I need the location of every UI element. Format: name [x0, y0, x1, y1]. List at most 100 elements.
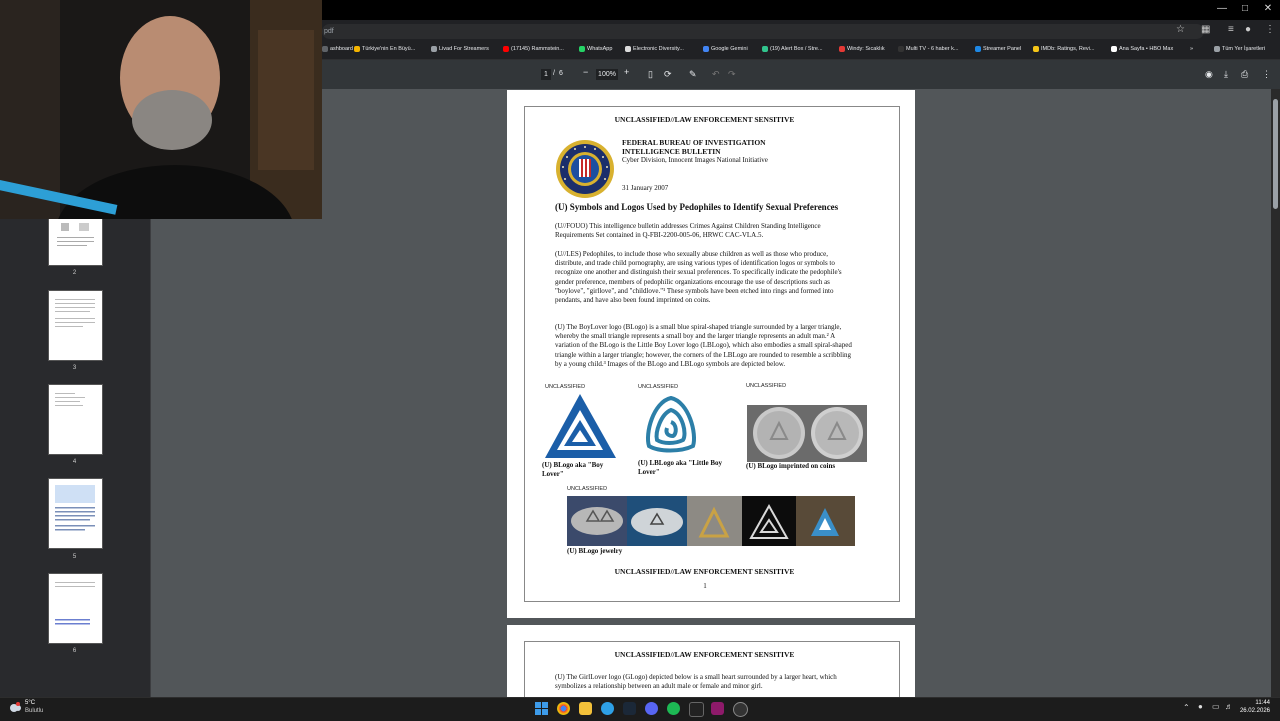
bookmark-favicon-icon [625, 46, 631, 52]
chrome-icon[interactable] [557, 702, 570, 715]
annotate-icon[interactable]: ✎ [689, 69, 697, 80]
minimize-icon[interactable]: — [1212, 3, 1232, 14]
zoom-level[interactable]: 100% [596, 69, 618, 80]
page-separator: / [553, 70, 555, 77]
extensions-icon[interactable]: ▦ [1201, 24, 1210, 35]
bookmark-item[interactable]: ashboard [322, 46, 353, 52]
more-options-icon[interactable]: ⋮ [1262, 69, 1271, 80]
bookmark-label: WhatsApp [587, 46, 613, 52]
tray-chevron-icon[interactable]: ⌃ [1183, 703, 1190, 712]
bookmark-favicon-icon [703, 46, 709, 52]
image-classification-label: UNCLASSIFIED [545, 384, 586, 390]
classification-header: UNCLASSIFIED//LAW ENFORCEMENT SENSITIVE [614, 650, 795, 659]
steam-icon[interactable] [623, 702, 636, 715]
clock-time[interactable]: 11:44 [1236, 700, 1270, 706]
clock-date[interactable]: 26.02.2026 [1236, 708, 1270, 714]
page-number-input[interactable]: 1 [541, 69, 551, 80]
file-explorer-icon[interactable] [579, 702, 592, 715]
bookmark-item[interactable]: Electronic Diversity... [625, 46, 684, 52]
start-icon[interactable] [535, 702, 548, 715]
all-bookmarks-button[interactable]: Tüm Yer İşaretleri [1214, 46, 1265, 52]
bookmark-item[interactable]: Livad For Streamers [431, 46, 489, 52]
division-name: Cyber Division, Innocent Images National… [622, 156, 768, 164]
page-number: 1 [703, 582, 707, 590]
thumbnail-page-4[interactable] [48, 384, 103, 455]
media-icon[interactable]: ≡ [1228, 24, 1234, 35]
print-icon[interactable]: ⎙ [1241, 69, 1248, 80]
taskbar [0, 697, 1280, 721]
discord-icon[interactable] [645, 702, 658, 715]
bookmark-item[interactable]: IMDb: Ratings, Revi... [1033, 46, 1095, 52]
bookmark-label: Google Gemini [711, 46, 748, 52]
folder-icon [1214, 46, 1220, 52]
thumbnail-number: 4 [72, 459, 77, 465]
paragraph: (U//FOUO) This intelligence bulletin add… [555, 222, 821, 240]
webcam-overlay [0, 0, 322, 219]
redo-icon[interactable]: ↷ [728, 69, 736, 80]
bookmark-item[interactable]: Multi TV - 6 haber k... [898, 46, 958, 52]
spotify-icon[interactable] [667, 702, 680, 715]
bookmark-label: Electronic Diversity... [633, 46, 684, 52]
rotate-icon[interactable]: ⟳ [664, 69, 672, 80]
weather-icon[interactable] [8, 700, 22, 712]
save-with-annotations-icon[interactable]: ◉ [1205, 69, 1213, 80]
scrollbar-thumb[interactable] [1273, 99, 1278, 209]
volume-icon[interactable]: ♬ [1225, 702, 1233, 711]
bookmark-favicon-icon [354, 46, 360, 52]
bookmark-item[interactable]: WhatsApp [579, 46, 612, 52]
bookmark-item[interactable]: Türkiye'nin En Büyü... [354, 46, 415, 52]
microphone-icon[interactable]: ● [1198, 702, 1203, 711]
bookmarks-more-button[interactable]: » [1190, 46, 1193, 52]
download-icon[interactable]: ⤓ [1224, 69, 1228, 80]
image-caption: (U) LBLogo aka "Little Boy Lover" [638, 459, 722, 476]
bookmark-label: ashboard [330, 46, 353, 52]
bookmark-item[interactable]: Google Gemini [703, 46, 748, 52]
profile-icon[interactable]: ● [1245, 24, 1251, 35]
bookmark-item[interactable]: (17145) Rammstein... [503, 46, 564, 52]
bookmark-favicon-icon [898, 46, 904, 52]
address-bar[interactable]: pdf [322, 24, 1204, 39]
bookmark-label: (17145) Rammstein... [511, 46, 564, 52]
app-icon[interactable] [601, 702, 614, 715]
bookmark-label: Windy: Sıcaklık [847, 46, 885, 52]
thumbnail-page-6[interactable] [48, 573, 103, 644]
bookmark-label: IMDb: Ratings, Revi... [1041, 46, 1095, 52]
weather-temp: 5°C [25, 700, 36, 706]
fbi-seal-icon [555, 139, 615, 199]
bookmark-favicon-icon [322, 46, 328, 52]
bookmark-label: Multi TV - 6 haber k... [906, 46, 959, 52]
network-icon[interactable]: ▭ [1212, 702, 1220, 711]
jewelry-image-strip [567, 496, 855, 546]
bookmark-item[interactable]: Windy: Sıcaklık [839, 46, 885, 52]
zoom-in-button[interactable]: + [624, 67, 629, 77]
bookmark-label: (19) Alert Box / Stre... [770, 46, 823, 52]
epic-games-icon[interactable] [689, 702, 704, 717]
lblogo-image [641, 394, 701, 456]
thumbnail-page-5[interactable] [48, 478, 103, 549]
bookmark-item[interactable]: Streamer Panel [975, 46, 1021, 52]
bulletin-type: INTELLIGENCE BULLETIN [622, 147, 721, 156]
image-caption: (U) BLogo aka "Boy Lover" [542, 461, 604, 478]
bookmark-favicon-icon [431, 46, 437, 52]
bookmark-item[interactable]: (19) Alert Box / Stre... [762, 46, 823, 52]
app-icon[interactable] [711, 702, 724, 715]
close-icon[interactable]: ✕ [1258, 3, 1278, 14]
image-classification-label: UNCLASSIFIED [746, 383, 787, 389]
thumbnail-page-3[interactable] [48, 290, 103, 361]
fit-page-icon[interactable]: ▯ [648, 69, 653, 80]
bookmark-star-icon[interactable]: ☆ [1176, 24, 1185, 35]
page-total: 6 [559, 70, 563, 77]
classification-header: UNCLASSIFIED//LAW ENFORCEMENT SENSITIVE [614, 115, 795, 124]
thumbnail-page-2[interactable] [48, 214, 103, 266]
bookmark-label: Livad For Streamers [439, 46, 489, 52]
bookmark-favicon-icon [1111, 46, 1117, 52]
undo-icon[interactable]: ↶ [712, 69, 720, 80]
bookmark-favicon-icon [975, 46, 981, 52]
app-icon[interactable] [733, 702, 748, 717]
bookmark-label: Ana Sayfa • HBO Max [1119, 46, 1174, 52]
paragraph: (U//LES) Pedophiles, to include those wh… [555, 250, 842, 305]
bookmark-item[interactable]: Ana Sayfa • HBO Max [1111, 46, 1173, 52]
maximize-icon[interactable]: □ [1235, 3, 1255, 14]
menu-icon[interactable]: ⋮ [1265, 24, 1275, 35]
zoom-out-button[interactable]: − [583, 67, 588, 77]
